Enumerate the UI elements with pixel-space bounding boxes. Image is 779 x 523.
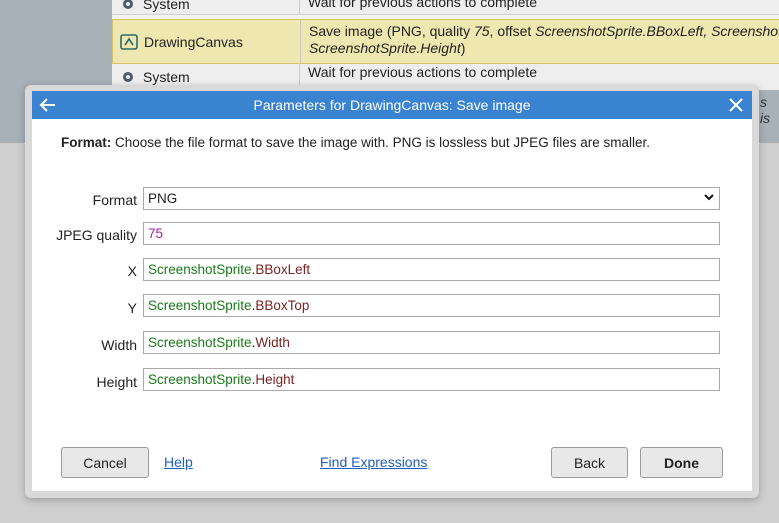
help-link[interactable]: Help xyxy=(164,454,193,470)
y-input[interactable]: ScreenshotSprite.BBoxTop xyxy=(143,294,720,317)
action-object: DrawingCanvas xyxy=(113,20,301,63)
description-label: Format: xyxy=(61,135,112,150)
width-label: Width xyxy=(101,337,137,353)
object-name: DrawingCanvas xyxy=(144,33,243,50)
parameters-dialog: Parameters for DrawingCanvas: Save image… xyxy=(25,85,759,498)
expr-property: BBoxTop xyxy=(255,298,310,313)
back-button[interactable]: Back xyxy=(551,447,628,478)
object-name: System xyxy=(143,69,190,85)
x-label: X xyxy=(127,263,137,279)
expr-object: ScreenshotSprite xyxy=(148,298,252,313)
height-input[interactable]: ScreenshotSprite.Height xyxy=(143,368,720,391)
gear-icon xyxy=(119,68,137,86)
truncated-text: s is xyxy=(760,94,771,126)
dialog-body: Parameters for DrawingCanvas: Save image… xyxy=(32,91,752,491)
jpeg-quality-input[interactable]: 75 xyxy=(143,222,720,245)
dialog-titlebar: Parameters for DrawingCanvas: Save image xyxy=(32,91,752,119)
format-select[interactable]: PNG xyxy=(143,187,720,210)
expr-object: ScreenshotSprite xyxy=(148,262,252,277)
width-input[interactable]: ScreenshotSprite.Width xyxy=(143,331,720,354)
dialog-title: Parameters for DrawingCanvas: Save image xyxy=(253,97,531,113)
object-name: System xyxy=(143,0,190,12)
jpeg-quality-value: 75 xyxy=(148,226,164,241)
chevron-down-icon xyxy=(703,188,715,209)
close-icon[interactable] xyxy=(726,95,746,115)
height-label: Height xyxy=(96,374,137,390)
cancel-button[interactable]: Cancel xyxy=(61,447,149,478)
expr-property: BBoxLeft xyxy=(255,262,311,277)
find-expressions-link[interactable]: Find Expressions xyxy=(320,454,427,470)
gear-icon xyxy=(119,0,137,13)
action-text: Wait for previous actions to complete xyxy=(308,0,538,10)
expr-property: Height xyxy=(255,372,295,387)
y-label: Y xyxy=(127,300,137,316)
action-row-selected[interactable]: DrawingCanvas Save image (PNG, quality 7… xyxy=(112,19,779,64)
action-text: Save image (PNG, quality 75, offset Scre… xyxy=(309,23,779,56)
jpeg-quality-label: JPEG quality xyxy=(56,227,137,243)
format-label: Format xyxy=(92,192,137,208)
format-value: PNG xyxy=(148,191,178,206)
drawing-canvas-icon xyxy=(120,33,138,51)
expr-property: Width xyxy=(255,335,290,350)
action-row[interactable]: System Wait for previous actions to comp… xyxy=(112,0,779,15)
parameter-description: Format: Choose the file format to save t… xyxy=(61,135,650,150)
expr-object: ScreenshotSprite xyxy=(148,335,252,350)
action-object: System xyxy=(112,0,300,14)
done-button[interactable]: Done xyxy=(640,447,723,478)
description-text: Choose the file format to save the image… xyxy=(111,135,650,150)
expr-object: ScreenshotSprite xyxy=(148,372,252,387)
back-arrow-icon[interactable] xyxy=(38,95,58,115)
event-sheet: System Wait for previous actions to comp… xyxy=(112,0,779,90)
x-input[interactable]: ScreenshotSprite.BBoxLeft xyxy=(143,258,720,281)
